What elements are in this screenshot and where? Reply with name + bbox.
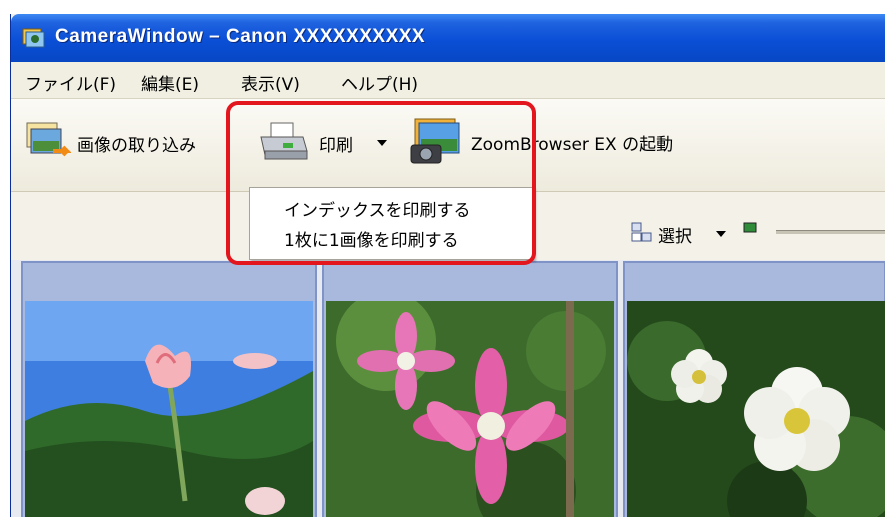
menu-edit[interactable]: 編集(E) <box>141 70 199 95</box>
select-icon <box>631 222 652 242</box>
photo-lily <box>25 301 313 517</box>
print-highlight-callout <box>226 101 536 265</box>
camerawindow-app-icon <box>22 28 45 48</box>
menu-view[interactable]: 表示(V) <box>241 70 300 95</box>
window-title: CameraWindow – Canon XXXXXXXXXX <box>55 26 426 47</box>
thumbnail-3[interactable] <box>623 261 885 517</box>
menu-bar: ファイル(F) 編集(E) 表示(V) ヘルプ(H) <box>11 62 885 99</box>
selection-bar: 選択 <box>626 214 885 250</box>
title-bar[interactable]: CameraWindow – Canon XXXXXXXXXX <box>11 14 885 62</box>
thumbnail-size-small-icon[interactable] <box>742 221 760 237</box>
menu-help[interactable]: ヘルプ(H) <box>341 70 418 95</box>
menu-file[interactable]: ファイル(F) <box>25 70 116 95</box>
import-images-button[interactable]: 画像の取り込み <box>23 121 196 165</box>
camerawindow-app: CameraWindow – Canon XXXXXXXXXX ファイル(F) … <box>10 14 885 517</box>
photo-clematis <box>326 301 614 517</box>
photo-white-rose <box>627 301 885 517</box>
thumbnail-1[interactable] <box>21 261 317 517</box>
thumbnail-area <box>11 260 885 517</box>
selection-label[interactable]: 選択 <box>658 222 692 247</box>
selection-dropdown-arrow-icon[interactable] <box>716 231 726 237</box>
thumbnail-size-slider[interactable] <box>776 230 885 234</box>
import-images-label: 画像の取り込み <box>77 135 196 156</box>
thumbnail-2[interactable] <box>322 261 618 517</box>
import-images-icon <box>26 122 71 157</box>
